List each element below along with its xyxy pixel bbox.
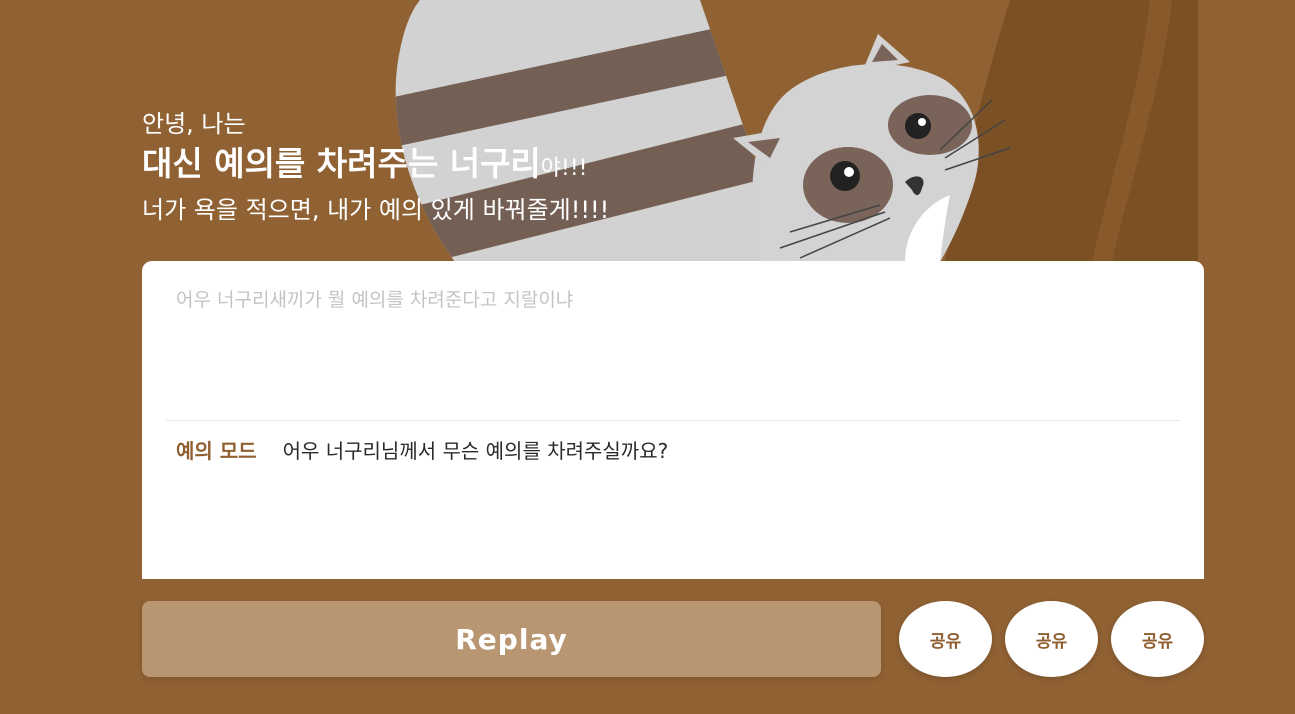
intro-text: 안녕, 나는 대신 예의를 차려주는 너구리야!!! 너가 욕을 적으면, 내가… (142, 108, 609, 228)
replay-button[interactable]: Replay (142, 601, 881, 677)
app-stage: 안녕, 나는 대신 예의를 차려주는 너구리야!!! 너가 욕을 적으면, 내가… (0, 0, 1295, 714)
share-button-1[interactable]: 공유 (899, 601, 992, 677)
profanity-input[interactable] (142, 261, 1204, 421)
share-button-2[interactable]: 공유 (1005, 601, 1098, 677)
headline-strong: 대신 예의를 차려주는 너구리 (142, 144, 541, 183)
divider (166, 420, 1180, 421)
headline: 대신 예의를 차려주는 너구리야!!! (142, 144, 609, 190)
translator-card: 예의 모드 어우 너구리님께서 무슨 예의를 차려주실까요? (142, 261, 1204, 579)
headline-suffix: 야!!! (540, 156, 588, 181)
share-button-3[interactable]: 공유 (1111, 601, 1204, 677)
mode-label: 예의 모드 (176, 439, 257, 463)
polite-output-text: 어우 너구리님께서 무슨 예의를 차려주실까요? (282, 439, 669, 463)
description-text: 너가 욕을 적으면, 내가 예의 있게 바꿔줄게!!!! (142, 196, 610, 224)
polite-output: 예의 모드 어우 너구리님께서 무슨 예의를 차려주실까요? (176, 435, 668, 464)
greeting-text: 안녕, 나는 (142, 110, 246, 138)
